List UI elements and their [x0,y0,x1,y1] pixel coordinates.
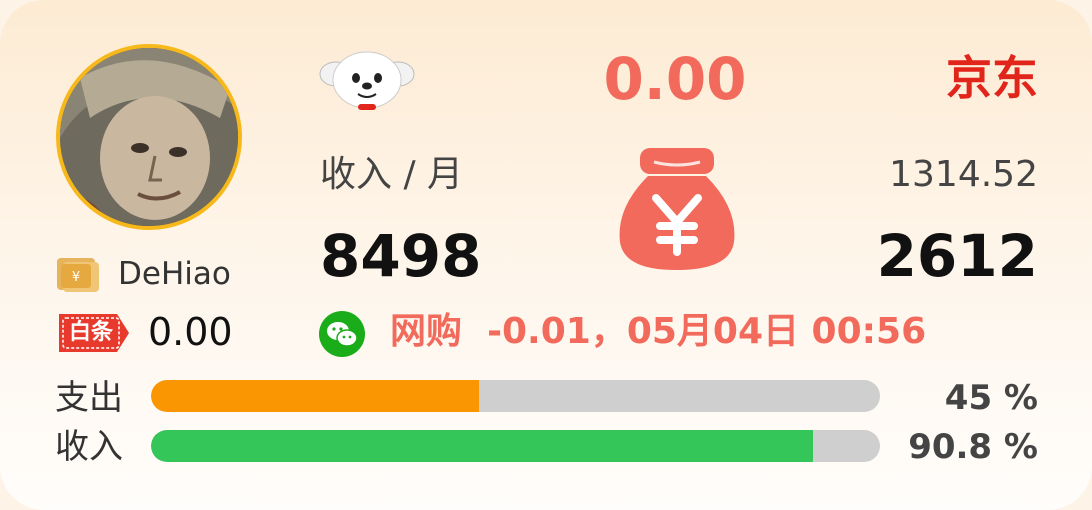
expense-progress-fill [151,380,480,412]
expense-progress-bar [151,380,880,412]
avatar-photo-icon [60,48,238,226]
expense-percent: 45 % [944,378,1038,418]
top-amount: 0.00 [603,45,747,113]
wechat-icon [319,311,365,357]
svg-text:¥: ¥ [72,270,80,285]
income-value: 8498 [320,222,482,290]
right-small-value: 1314.52 [889,154,1038,195]
jd-dog-mascot-icon [318,48,416,112]
baitiao-label: 白条 [68,320,113,345]
baitiao-badge[interactable]: 白条 [55,310,131,356]
avatar[interactable] [56,44,242,230]
money-bag-yuan-icon [612,146,742,274]
right-big-value: 2612 [876,222,1038,290]
coupon-yuan-icon: ¥ [55,254,101,294]
income-progress-bar [151,430,880,462]
expense-label: 支出 [55,378,123,418]
income-bar-label: 收入 [55,427,123,467]
latest-transaction: 网购 -0.01，05月04日 00:56 [390,311,927,352]
income-percent: 90.8 % [908,427,1038,467]
jd-logo: 京东 [946,51,1038,105]
baitiao-value: 0.00 [148,310,233,354]
widget-card: ¥ DeHiao 白条 0.00 0.00 京东 收入 / 月 1314.52 … [0,0,1092,510]
income-progress-fill [151,430,813,462]
username[interactable]: DeHiao [118,252,231,296]
income-per-month-label: 收入 / 月 [320,154,464,195]
